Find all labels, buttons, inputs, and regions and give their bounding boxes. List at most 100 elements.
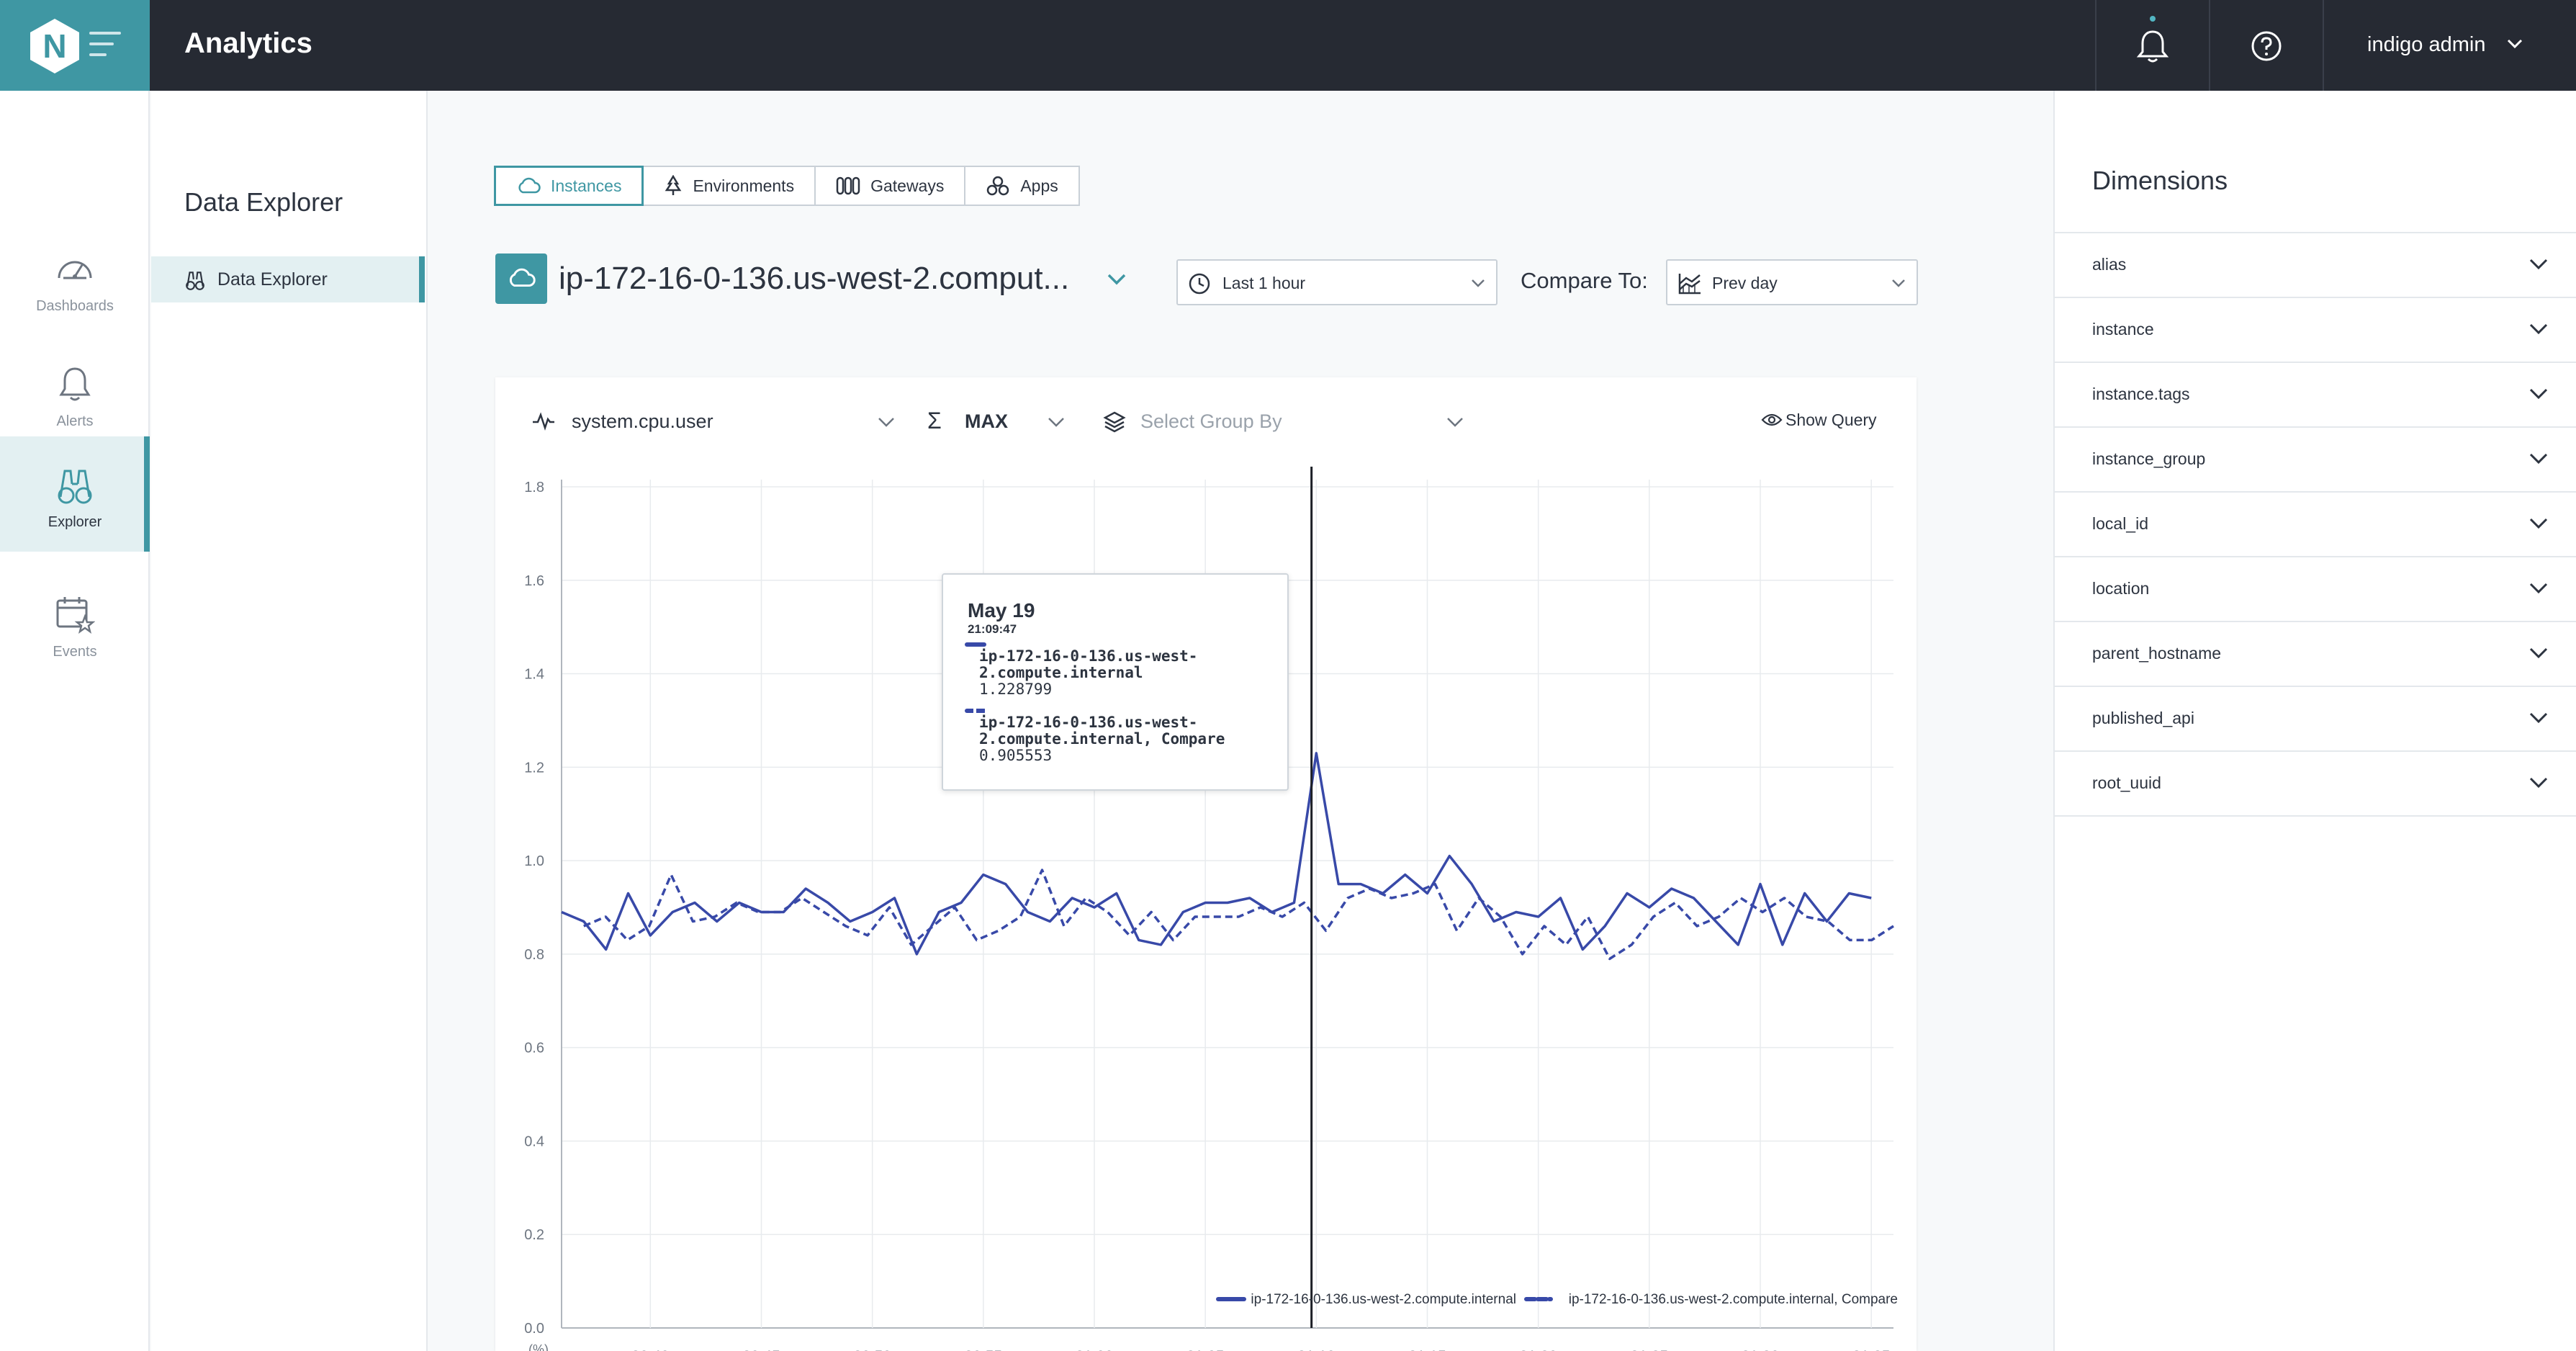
y-tick-label: 0.6 [524,1041,544,1056]
x-tick-label: 21:35 [1852,1348,1891,1351]
dimension-label: instance_group [2092,449,2206,468]
chevron-down-icon [1892,279,1905,287]
nav-item-dashboards[interactable]: Dashboards [0,220,150,336]
help-icon [2251,31,2282,61]
dimension-label: root_uuid [2092,773,2161,792]
notification-dot [2150,16,2156,22]
y-tick-label: 1.2 [524,760,544,776]
notifications-button[interactable] [2097,0,2209,91]
user-name: indigo admin [2367,33,2486,56]
y-tick-label: 1.0 [524,853,544,869]
dimension-label: parent_hostname [2092,644,2222,663]
compare-to-label: Compare To: [1521,268,1648,293]
instance-type-badge [495,253,547,304]
x-tick-label: 21:30 [1742,1348,1780,1351]
dimension-row[interactable]: root_uuid [2055,752,2576,817]
dimension-label: instance [2092,320,2154,338]
left-nav: Dashboards Alerts Explorer Events [0,91,150,1351]
user-menu[interactable]: indigo admin [2324,0,2576,91]
tab-apps[interactable]: Apps [964,166,1080,206]
tab-label: Environments [693,176,795,195]
tab-instances[interactable]: Instances [494,166,644,206]
x-tick-label: 20:50 [853,1348,891,1351]
nav-item-label: Dashboards [36,298,114,314]
tree-icon [665,175,682,195]
chart-tooltip: May 19 21:09:47 ip-172-16-0-136.us-west-… [942,573,1289,791]
dimensions-panel: Dimensions alias instance instance.tags ins… [2053,91,2576,1351]
tab-label: Gateways [870,176,945,195]
chevron-down-icon [1472,279,1485,287]
chart-card: system.cpu.user Σ MAX Select Group By Sh… [495,377,1917,1351]
series-line-compare [583,868,1894,961]
secnav-item-label: Data Explorer [217,269,328,290]
y-tick-label: 1.8 [524,480,544,495]
nav-item-label: Alerts [56,413,94,429]
chevron-down-icon [2529,259,2548,270]
secnav-title: Data Explorer [184,187,343,217]
logo-letter: N [42,27,66,65]
x-tick-label: 20:55 [965,1348,1003,1351]
instance-name[interactable]: ip-172-16-0-136.us-west-2.comput... [559,261,1069,297]
gauge-icon [58,261,92,279]
legend-label: ip-172-16-0-136.us-west-2.compute.intern… [1251,1292,1516,1307]
dimension-row[interactable]: instance.tags [2055,363,2576,428]
tab-gateways[interactable]: Gateways [814,166,966,206]
tooltip-series-name: ip-172-16-0-136.us-west-2.compute.intern… [979,647,1198,681]
app-title: Analytics [184,27,312,59]
hamburger-icon [89,32,121,64]
dimension-row[interactable]: parent_hostname [2055,622,2576,687]
binoculars-icon [186,271,204,290]
y-tick-label: 0.2 [524,1227,544,1243]
y-tick-label: 1.4 [524,667,544,683]
logo-menu-button[interactable]: N [0,0,150,91]
cloud-icon [510,268,536,287]
top-bar: N Analytics indigo admin [0,0,2576,91]
help-button[interactable] [2210,0,2323,91]
tooltip-entry: ip-172-16-0-136.us-west-2.compute.intern… [965,709,1282,764]
x-tick-label: 21:15 [1408,1348,1446,1351]
secondary-nav: Data Explorer Data Explorer [151,91,428,1351]
tooltip-date: May 19 [968,599,1035,621]
logo-icon: N [30,19,79,73]
nav-item-explorer[interactable]: Explorer [0,436,150,552]
dimension-row[interactable]: instance [2055,298,2576,363]
chevron-down-icon [2529,777,2548,789]
dimension-row[interactable]: published_api [2055,687,2576,752]
calendar-star-icon [56,597,95,634]
tooltip-series-name: ip-172-16-0-136.us-west-2.compute.intern… [979,714,1225,748]
area-chart-icon [1678,274,1701,295]
tab-environments[interactable]: Environments [642,166,816,206]
x-tick-label: 21:10 [1297,1348,1336,1351]
dimension-label: alias [2092,255,2127,274]
chevron-down-icon [2529,583,2548,594]
instance-chevron-down-icon[interactable] [1106,272,1127,287]
dimension-row[interactable]: alias [2055,233,2576,298]
dimension-label: published_api [2092,709,2194,727]
apps-icon [987,176,1009,196]
tooltip-series-value: 1.228799 [979,681,1053,698]
compare-select[interactable]: Prev day [1666,259,1918,305]
dimensions-list: alias instance instance.tags instance_group… [2055,232,2576,817]
chevron-down-icon [2529,712,2548,724]
y-tick-label: 0.8 [524,947,544,963]
dimension-row[interactable]: local_id [2055,493,2576,557]
clock-icon [1189,273,1210,295]
dimension-label: location [2092,579,2150,598]
legend-label: ip-172-16-0-136.us-west-2.compute.intern… [1569,1292,1898,1307]
nav-item-events[interactable]: Events [0,566,150,681]
dimension-row[interactable]: instance_group [2055,428,2576,493]
nav-item-alerts[interactable]: Alerts [0,336,150,451]
binoculars-icon [58,470,92,504]
time-range-select[interactable]: Last 1 hour [1176,259,1498,305]
main-content: Instances Environments Gateways Apps ip-… [429,91,2053,1351]
x-tick-label: 21:00 [1076,1348,1114,1351]
chevron-down-icon [2507,39,2523,49]
secnav-item-data-explorer[interactable]: Data Explorer [151,256,425,302]
series-swatch-dashed [965,709,986,713]
dimension-label: local_id [2092,514,2148,533]
bell-icon [59,367,91,401]
line-chart[interactable]: 0.0 0.2 0.4 0.6 0.8 1.0 1.2 1.4 1.6 1.8 (%) 20:40 20… [495,377,1917,1351]
y-tick-label: 1.6 [524,573,544,589]
object-type-tabs: Instances Environments Gateways Apps [494,166,1080,206]
dimension-row[interactable]: location [2055,557,2576,622]
